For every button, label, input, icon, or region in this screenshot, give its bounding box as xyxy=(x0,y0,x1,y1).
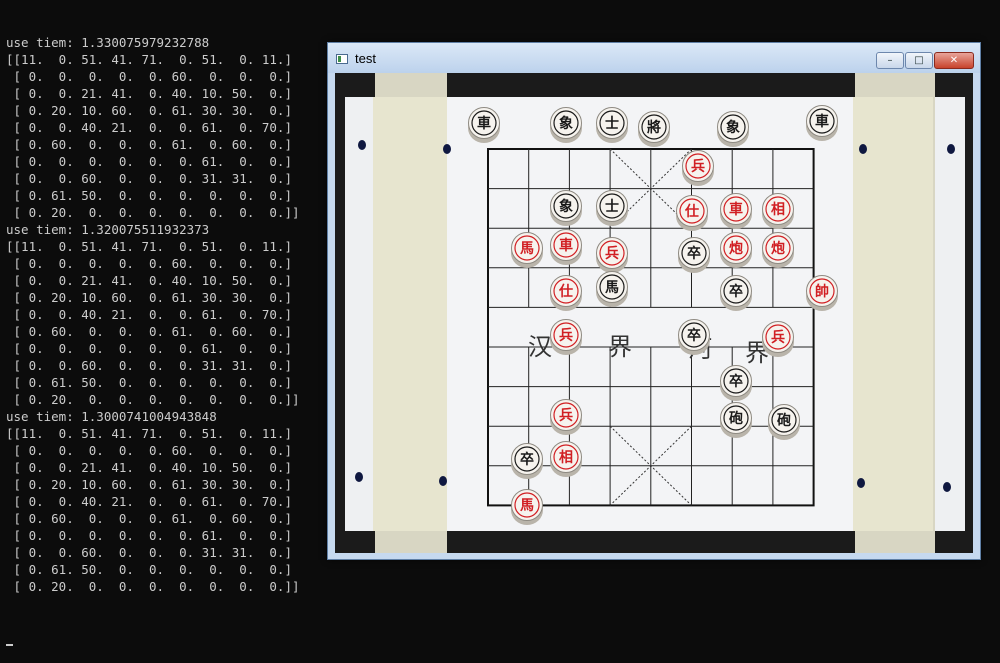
black-piece: 卒 xyxy=(720,275,752,311)
test-window[interactable]: test – □ ✕ 汉界河界 車象士將象車兵象士仕車相馬車兵卒炮炮仕馬卒帥兵卒… xyxy=(327,42,981,560)
chess-board-image: 汉界河界 車象士將象車兵象士仕車相馬車兵卒炮炮仕馬卒帥兵卒兵卒砲砲兵卒相馬 xyxy=(335,73,973,553)
console-prompt-line xyxy=(6,629,1000,646)
piece-label: 相 xyxy=(771,201,785,218)
piece-label: 兵 xyxy=(559,327,573,344)
black-piece: 卒 xyxy=(511,443,543,479)
piece-label: 車 xyxy=(729,201,743,218)
piece-label: 象 xyxy=(726,119,740,136)
piece-label: 砲 xyxy=(777,412,791,429)
red-piece: 兵 xyxy=(550,399,582,435)
piece-label: 馬 xyxy=(520,241,534,257)
red-piece: 相 xyxy=(550,441,582,477)
marker-dot xyxy=(355,472,363,482)
black-piece: 砲 xyxy=(720,402,752,438)
black-piece: 馬 xyxy=(596,271,628,307)
red-piece: 帥 xyxy=(806,275,838,311)
river-text: 界 xyxy=(608,333,632,361)
minimize-button[interactable]: – xyxy=(876,52,904,69)
piece-label: 象 xyxy=(559,198,573,215)
black-piece: 砲 xyxy=(768,404,800,440)
red-piece: 兵 xyxy=(762,321,794,357)
piece-label: 卒 xyxy=(729,373,743,390)
black-piece: 將 xyxy=(638,111,670,147)
black-piece: 車 xyxy=(468,107,500,143)
piece-label: 兵 xyxy=(605,245,619,262)
piece-label: 卒 xyxy=(520,451,534,468)
marker-dot xyxy=(859,144,867,154)
piece-label: 象 xyxy=(559,115,573,132)
red-piece: 兵 xyxy=(596,237,628,273)
red-piece: 炮 xyxy=(762,232,794,268)
piece-label: 炮 xyxy=(729,240,743,257)
camera-view: 汉界河界 車象士將象車兵象士仕車相馬車兵卒炮炮仕馬卒帥兵卒兵卒砲砲兵卒相馬 xyxy=(335,73,973,553)
piece-label: 兵 xyxy=(559,407,573,424)
window-app-icon xyxy=(336,54,348,64)
black-piece: 士 xyxy=(596,107,628,143)
marker-dot xyxy=(443,144,451,154)
piece-label: 仕 xyxy=(558,283,573,300)
piece-label: 將 xyxy=(647,119,661,136)
piece-label: 炮 xyxy=(771,240,785,257)
black-piece: 卒 xyxy=(720,365,752,401)
piece-label: 仕 xyxy=(684,203,699,220)
black-piece: 卒 xyxy=(678,319,710,355)
red-piece: 仕 xyxy=(550,275,582,311)
piece-label: 相 xyxy=(559,449,573,466)
red-piece: 兵 xyxy=(550,319,582,355)
maximize-button[interactable]: □ xyxy=(905,52,933,69)
piece-label: 馬 xyxy=(520,498,534,514)
red-piece: 相 xyxy=(762,193,794,229)
console-line: [ 0. 20. 0. 0. 0. 0. 0. 0. 0.]] xyxy=(6,579,300,594)
red-piece: 炮 xyxy=(720,232,752,268)
window-title: test xyxy=(355,51,376,66)
black-piece: 卒 xyxy=(678,237,710,273)
red-piece: 車 xyxy=(550,229,582,265)
piece-label: 馬 xyxy=(605,280,619,296)
piece-label: 卒 xyxy=(687,245,701,262)
piece-label: 士 xyxy=(605,198,619,215)
marker-dot xyxy=(943,482,951,492)
piece-label: 砲 xyxy=(729,410,743,427)
piece-label: 車 xyxy=(815,113,829,130)
piece-label: 車 xyxy=(477,115,491,132)
black-piece: 車 xyxy=(806,105,838,141)
black-piece: 象 xyxy=(550,107,582,143)
piece-label: 兵 xyxy=(771,329,785,346)
marker-dot xyxy=(857,478,865,488)
console-line: [ 0. 61. 50. 0. 0. 0. 0. 0. 0.] xyxy=(6,562,292,577)
piece-label: 兵 xyxy=(691,158,705,175)
text-cursor xyxy=(6,644,13,646)
window-titlebar[interactable]: test – □ ✕ xyxy=(328,43,980,73)
black-piece: 象 xyxy=(550,190,582,226)
piece-label: 帥 xyxy=(815,283,829,300)
river-text: 汉 xyxy=(528,333,552,361)
red-piece: 馬 xyxy=(511,232,543,268)
red-piece: 馬 xyxy=(511,489,543,525)
black-piece: 士 xyxy=(596,190,628,226)
marker-dot xyxy=(947,144,955,154)
close-button[interactable]: ✕ xyxy=(934,52,974,69)
marker-dot xyxy=(358,140,366,150)
piece-label: 卒 xyxy=(729,283,743,300)
piece-label: 車 xyxy=(559,237,573,254)
red-piece: 兵 xyxy=(682,150,714,186)
red-piece: 車 xyxy=(720,193,752,229)
black-piece: 象 xyxy=(717,111,749,147)
piece-label: 卒 xyxy=(687,327,701,344)
marker-dot xyxy=(439,476,447,486)
piece-label: 士 xyxy=(605,115,619,132)
red-piece: 仕 xyxy=(676,195,708,231)
